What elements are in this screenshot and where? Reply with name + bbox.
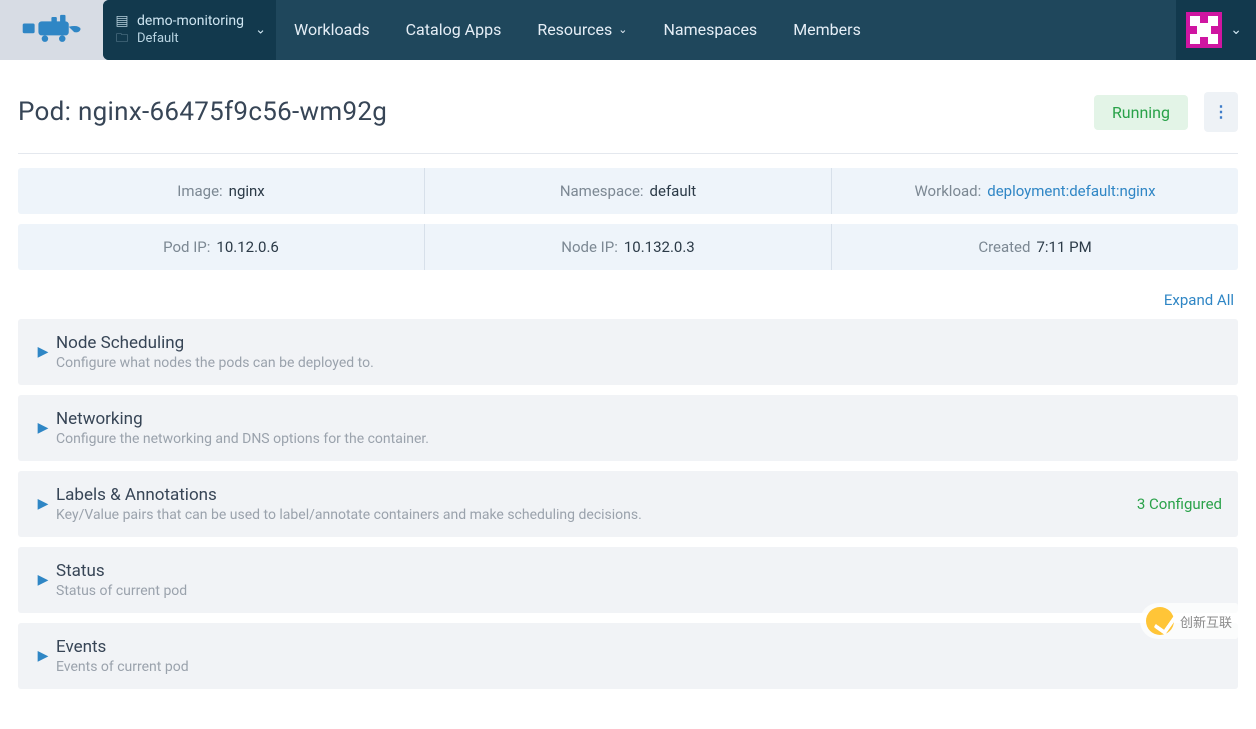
- page-body: Pod: nginx-66475f9c56-wm92g Running ⋮ Im…: [0, 60, 1256, 729]
- expand-icon: ▶: [30, 572, 56, 588]
- project-name: Default: [137, 31, 179, 48]
- info-image: Image: nginx: [18, 168, 424, 214]
- nav-workloads[interactable]: Workloads: [276, 0, 388, 60]
- cluster-scope-selector[interactable]: ▤ demo-monitoring 🗀 Default ⌄: [103, 0, 276, 60]
- cluster-name: demo-monitoring: [137, 12, 244, 30]
- workload-link[interactable]: deployment:default:nginx: [987, 182, 1155, 200]
- info-node-ip: Node IP: 10.132.0.3: [424, 224, 831, 270]
- page-title: Pod: nginx-66475f9c56-wm92g: [18, 97, 387, 127]
- main-nav: ▤ demo-monitoring 🗀 Default ⌄ Workloads Ca…: [103, 0, 1256, 60]
- info-workload: Workload: deployment:default:nginx: [831, 168, 1238, 214]
- watermark-icon: [1146, 607, 1174, 635]
- accordion-events[interactable]: ▶ Events Events of current pod: [18, 623, 1238, 689]
- labels-configured-count: 3 Configured: [1137, 495, 1222, 513]
- kebab-icon: ⋮: [1213, 110, 1229, 114]
- top-bar: ▤ demo-monitoring 🗀 Default ⌄ Workloads Ca…: [0, 0, 1256, 60]
- cluster-icon: ▤: [115, 12, 129, 30]
- info-namespace: Namespace: default: [424, 168, 831, 214]
- title-row: Pod: nginx-66475f9c56-wm92g Running ⋮: [18, 78, 1238, 153]
- accordion-status[interactable]: ▶ Status Status of current pod: [18, 547, 1238, 613]
- chevron-down-icon: ⌄: [255, 23, 266, 38]
- accordion-networking[interactable]: ▶ Networking Configure the networking an…: [18, 395, 1238, 461]
- expand-icon: ▶: [30, 648, 56, 664]
- chevron-down-icon: ⌄: [618, 0, 627, 60]
- user-menu[interactable]: ⌄: [1176, 0, 1256, 60]
- nav-namespaces[interactable]: Namespaces: [645, 0, 775, 60]
- status-badge: Running: [1094, 95, 1188, 130]
- accordion-node-scheduling[interactable]: ▶ Node Scheduling Configure what nodes t…: [18, 319, 1238, 385]
- divider: [18, 153, 1238, 154]
- actions-menu-button[interactable]: ⋮: [1204, 92, 1238, 132]
- info-pod-ip: Pod IP: 10.12.0.6: [18, 224, 424, 270]
- product-logo[interactable]: [0, 0, 103, 60]
- nav-resources[interactable]: Resources⌄: [519, 0, 645, 60]
- chevron-down-icon: ⌄: [1230, 22, 1242, 38]
- nav-catalog-apps[interactable]: Catalog Apps: [388, 0, 520, 60]
- expand-icon: ▶: [30, 496, 56, 512]
- expand-icon: ▶: [30, 420, 56, 436]
- info-created: Created 7:11 PM: [831, 224, 1238, 270]
- accordion-labels-annotations[interactable]: ▶ Labels & Annotations Key/Value pairs t…: [18, 471, 1238, 537]
- watermark-overlay: 创新互联: [1140, 603, 1238, 639]
- info-band-secondary: Pod IP: 10.12.0.6 Node IP: 10.132.0.3 Cr…: [18, 224, 1238, 270]
- watermark-text: 创新互联: [1180, 612, 1232, 631]
- accordion-list: ▶ Node Scheduling Configure what nodes t…: [18, 319, 1238, 689]
- expand-all-link[interactable]: Expand All: [1164, 291, 1234, 309]
- expand-icon: ▶: [30, 344, 56, 360]
- rancher-logo-icon: [20, 11, 85, 49]
- info-band-primary: Image: nginx Namespace: default Workload…: [18, 168, 1238, 214]
- user-avatar-icon: [1186, 12, 1222, 48]
- nav-links: Workloads Catalog Apps Resources⌄ Namesp…: [276, 0, 879, 60]
- expand-all-row: Expand All: [18, 280, 1238, 319]
- nav-members[interactable]: Members: [775, 0, 879, 60]
- folder-icon: 🗀: [115, 31, 129, 47]
